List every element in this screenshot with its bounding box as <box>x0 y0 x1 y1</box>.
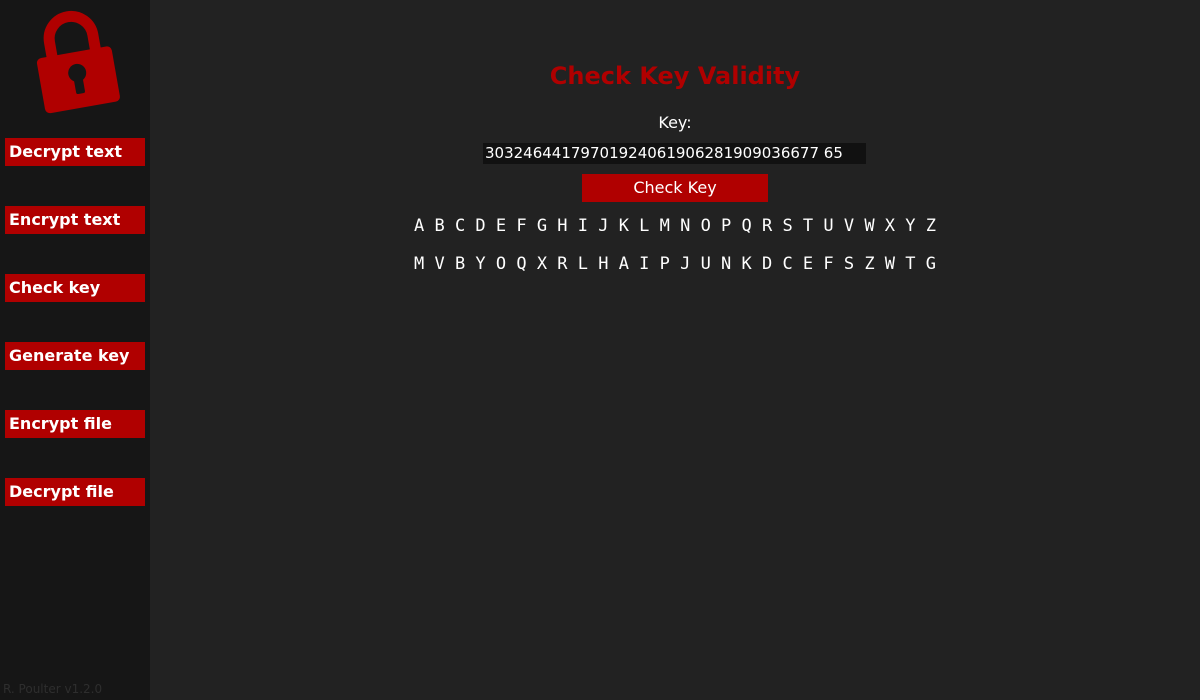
app-window: Decrypt text Encrypt text Check key Gene… <box>0 0 1200 700</box>
sidebar-item-check-key[interactable]: Check key <box>5 274 145 302</box>
check-key-button[interactable]: Check Key <box>582 174 768 202</box>
sidebar-item-decrypt-text[interactable]: Decrypt text <box>5 138 145 166</box>
sidebar: Decrypt text Encrypt text Check key Gene… <box>0 0 150 700</box>
plain-alphabet-row: A B C D E F G H I J K L M N O P Q R S T … <box>414 216 936 236</box>
version-label: R. Poulter v1.2.0 <box>3 682 103 696</box>
cipher-alphabet-row: M V B Y O Q X R L H A I P J U N K D C E … <box>414 254 936 274</box>
page-title: Check Key Validity <box>549 62 801 90</box>
sidebar-item-encrypt-text[interactable]: Encrypt text <box>5 206 145 234</box>
sidebar-item-encrypt-file[interactable]: Encrypt file <box>5 410 145 438</box>
key-input[interactable] <box>483 143 866 164</box>
main-content: Check Key Validity Key: Check Key A B C … <box>150 0 1200 700</box>
sidebar-item-generate-key[interactable]: Generate key <box>5 342 145 370</box>
sidebar-item-decrypt-file[interactable]: Decrypt file <box>5 478 145 506</box>
key-label: Key: <box>658 113 692 132</box>
padlock-icon <box>26 6 126 116</box>
